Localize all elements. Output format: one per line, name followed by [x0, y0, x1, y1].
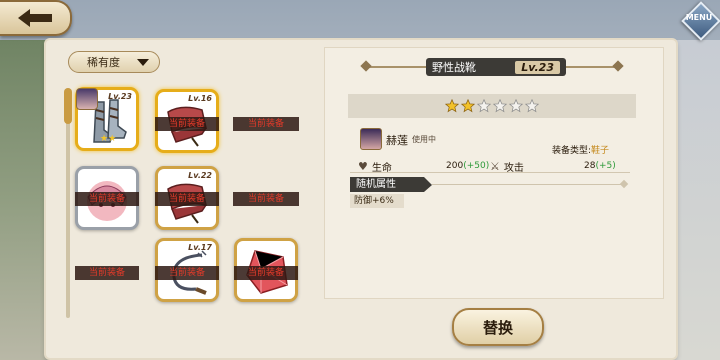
- equipped-label: 当前装备: [234, 266, 298, 280]
- item-level: Lv.17: [188, 243, 212, 252]
- replace-button[interactable]: 替换: [452, 308, 544, 346]
- item-level: Lv.23: [108, 92, 132, 101]
- stat-atk-label-row: ⚔ 攻击: [490, 159, 524, 174]
- owner-name: 赫莲: [386, 134, 408, 147]
- menu-label: MENU: [685, 13, 713, 22]
- random-attribute-value: 防御+6%: [350, 194, 404, 208]
- equipment-type-value: 鞋子: [591, 146, 610, 156]
- equipped-label: 当前装备: [155, 266, 219, 280]
- divider-end-right: [612, 60, 624, 72]
- stat-atk-bonus: (+5): [595, 161, 616, 171]
- stat-hp-bonus: (+50): [463, 161, 490, 171]
- random-attributes-header: 随机属性: [350, 177, 424, 192]
- back-button[interactable]: [0, 0, 72, 36]
- sort-label: 稀有度: [87, 56, 120, 69]
- stat-divider: [350, 172, 630, 173]
- star-empty-icon: [493, 99, 507, 113]
- equipped-label: 当前装备: [155, 117, 219, 131]
- equipped-label: 当前装备: [233, 117, 299, 131]
- equipped-label: 当前装备: [233, 192, 299, 206]
- stat-atk-value: 28: [584, 161, 596, 171]
- equipment-type: 装备类型:鞋子: [552, 143, 609, 156]
- item-name-tag: 野性战靴 Lv.23: [426, 58, 566, 76]
- item-level: Lv.16: [188, 94, 212, 103]
- rarity-star-band: [348, 94, 636, 118]
- owner-status: 使用中: [412, 135, 436, 144]
- equipped-label: 当前装备: [155, 192, 219, 206]
- sort-dropdown[interactable]: 稀有度: [68, 51, 160, 73]
- stat-hp-value-row: 200 (+50): [446, 159, 489, 173]
- stat-atk-value-row: 28 (+5): [584, 159, 616, 173]
- star-filled-icon: [461, 99, 475, 113]
- item-name: 野性战靴: [432, 61, 476, 74]
- star-filled-icon: [445, 99, 459, 113]
- item-level: Lv.22: [188, 171, 212, 180]
- inventory-item-boots[interactable]: Lv.23 ★★: [75, 87, 139, 151]
- rarity-stars: ★★: [100, 134, 117, 144]
- owner-avatar-small: [76, 88, 98, 110]
- equipment-type-label: 装备类型:: [552, 146, 592, 156]
- star-empty-icon: [477, 99, 491, 113]
- scrollbar-thumb[interactable]: [64, 88, 72, 124]
- owner-avatar: [360, 128, 382, 150]
- stat-hp-value: 200: [446, 161, 464, 171]
- equipped-label: 当前装备: [75, 266, 139, 280]
- divider-end-left: [360, 60, 372, 72]
- sword-icon: ⚔: [490, 159, 500, 173]
- equipped-label: 当前装备: [75, 192, 139, 206]
- chevron-down-icon: [137, 58, 149, 66]
- background-left: [0, 40, 50, 360]
- stat-hp-label-row: ♥ 生命: [358, 159, 392, 174]
- item-level-badge: Lv.23: [515, 60, 560, 74]
- back-arrow-icon: [18, 9, 52, 27]
- item-name-bar: 野性战靴 Lv.23: [360, 58, 624, 76]
- menu-button[interactable]: MENU: [681, 1, 720, 41]
- star-empty-icon: [509, 99, 523, 113]
- star-empty-icon: [525, 99, 539, 113]
- header-arrow: [424, 177, 432, 192]
- heart-icon: ♥: [358, 159, 368, 173]
- random-divider: [432, 184, 622, 185]
